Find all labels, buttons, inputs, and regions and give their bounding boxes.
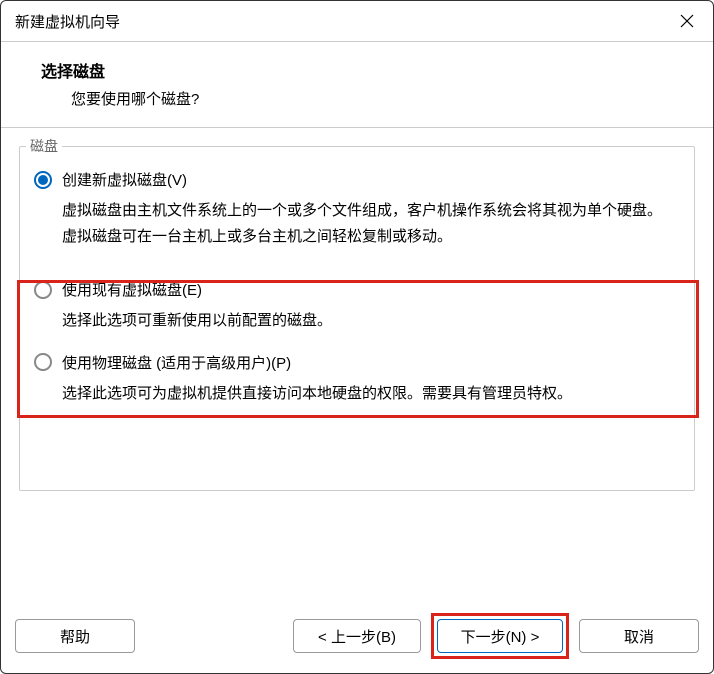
option-use-existing-disk[interactable]: 使用现有虚拟磁盘(E) 选择此选项可重新使用以前配置的磁盘。	[34, 279, 680, 334]
page-title: 选择磁盘	[41, 58, 683, 82]
radio-icon	[34, 171, 52, 189]
highlight-annotation: 下一步(N) >	[431, 613, 569, 659]
radio-dot-icon	[38, 175, 48, 185]
option-label: 使用现有虚拟磁盘(E)	[62, 279, 202, 300]
titlebar: 新建虚拟机向导	[1, 1, 713, 42]
radio-icon	[34, 353, 52, 371]
wizard-dialog: 新建虚拟机向导 选择磁盘 您要使用哪个磁盘? 磁盘 创建新虚拟磁盘(V) 虚拟磁…	[0, 0, 714, 674]
next-button[interactable]: 下一步(N) >	[437, 619, 563, 653]
back-button[interactable]: < 上一步(B)	[293, 619, 421, 653]
option-use-physical-disk[interactable]: 使用物理磁盘 (适用于高级用户)(P) 选择此选项可为虚拟机提供直接访问本地硬盘…	[34, 352, 680, 407]
radio-icon	[34, 281, 52, 299]
close-icon[interactable]	[675, 9, 699, 33]
fieldset-legend: 磁盘	[26, 136, 62, 156]
option-description: 虚拟磁盘由主机文件系统上的一个或多个文件组成，客户机操作系统会将其视为单个硬盘。…	[62, 198, 680, 249]
option-create-new-disk[interactable]: 创建新虚拟磁盘(V) 虚拟磁盘由主机文件系统上的一个或多个文件组成，客户机操作系…	[34, 169, 680, 249]
help-button[interactable]: 帮助	[15, 619, 135, 653]
cancel-button[interactable]: 取消	[579, 619, 699, 653]
option-label: 使用物理磁盘 (适用于高级用户)(P)	[62, 352, 291, 373]
page-subtitle: 您要使用哪个磁盘?	[71, 88, 683, 109]
dialog-title: 新建虚拟机向导	[15, 11, 120, 32]
option-label: 创建新虚拟磁盘(V)	[62, 169, 187, 190]
header-section: 选择磁盘 您要使用哪个磁盘?	[1, 42, 713, 128]
option-description: 选择此选项可为虚拟机提供直接访问本地硬盘的权限。需要具有管理员特权。	[62, 381, 680, 407]
content-area: 磁盘 创建新虚拟磁盘(V) 虚拟磁盘由主机文件系统上的一个或多个文件组成，客户机…	[1, 128, 713, 603]
option-description: 选择此选项可重新使用以前配置的磁盘。	[62, 308, 680, 334]
button-bar: 帮助 < 上一步(B) 下一步(N) > 取消	[1, 603, 713, 673]
disk-fieldset: 磁盘 创建新虚拟磁盘(V) 虚拟磁盘由主机文件系统上的一个或多个文件组成，客户机…	[19, 146, 695, 491]
